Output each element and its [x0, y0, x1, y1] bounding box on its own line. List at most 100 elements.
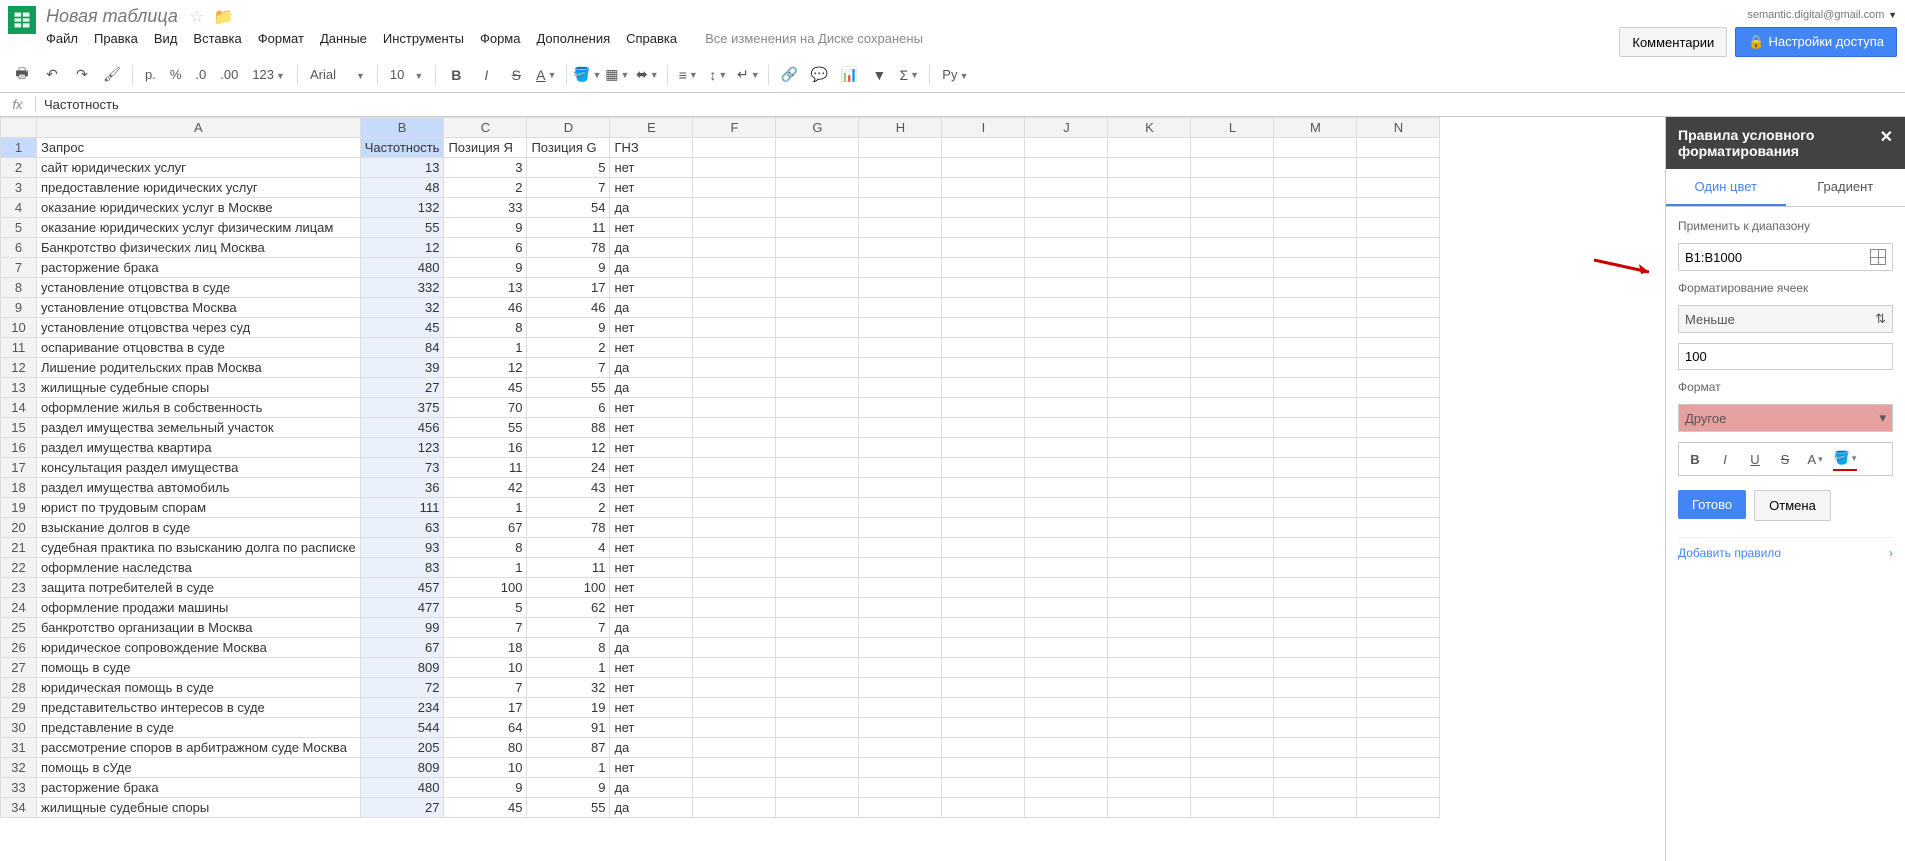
cell[interactable] [1357, 678, 1440, 698]
cell[interactable] [1025, 258, 1108, 278]
cell[interactable] [693, 318, 776, 338]
cell[interactable] [776, 198, 859, 218]
condition-value-field[interactable] [1678, 343, 1893, 370]
cell[interactable]: жилищные судебные споры [37, 798, 361, 818]
cell[interactable] [942, 498, 1025, 518]
cell[interactable]: раздел имущества земельный участок [37, 418, 361, 438]
col-header-F[interactable]: F [693, 118, 776, 138]
cell[interactable] [1274, 338, 1357, 358]
cell[interactable]: 64 [444, 718, 527, 738]
cell[interactable]: нет [610, 458, 693, 478]
cell[interactable] [776, 398, 859, 418]
cell[interactable]: нет [610, 658, 693, 678]
cell[interactable]: 33 [444, 198, 527, 218]
cell[interactable] [1274, 438, 1357, 458]
cell[interactable]: нет [610, 398, 693, 418]
cell[interactable] [859, 598, 942, 618]
cell[interactable]: 5 [527, 158, 610, 178]
cell[interactable]: 10 [444, 658, 527, 678]
cell[interactable] [1191, 418, 1274, 438]
cell[interactable] [693, 558, 776, 578]
fmt-fill-color[interactable]: 🪣▾ [1833, 447, 1857, 471]
cell[interactable] [1274, 558, 1357, 578]
cell[interactable]: 457 [360, 578, 444, 598]
text-color-icon[interactable]: A▼ [532, 61, 560, 89]
cell[interactable] [693, 418, 776, 438]
doc-title[interactable]: Новая таблица [46, 6, 178, 27]
cell[interactable]: взыскание долгов в суде [37, 518, 361, 538]
cell[interactable]: Лишение родительских прав Москва [37, 358, 361, 378]
cell[interactable] [776, 518, 859, 538]
row-header[interactable]: 25 [1, 618, 37, 638]
cell[interactable] [776, 458, 859, 478]
cell[interactable] [942, 258, 1025, 278]
cell[interactable]: защита потребителей в суде [37, 578, 361, 598]
cell[interactable]: 11 [527, 558, 610, 578]
cell[interactable] [1357, 418, 1440, 438]
cell[interactable] [1274, 618, 1357, 638]
cell[interactable]: 54 [527, 198, 610, 218]
row-header[interactable]: 10 [1, 318, 37, 338]
more-formats[interactable]: 123▼ [246, 67, 291, 82]
col-header-L[interactable]: L [1191, 118, 1274, 138]
cell[interactable]: 8 [444, 538, 527, 558]
cell[interactable]: 67 [444, 518, 527, 538]
cell[interactable] [693, 298, 776, 318]
col-header-E[interactable]: E [610, 118, 693, 138]
cell[interactable]: 11 [527, 218, 610, 238]
cell[interactable]: 12 [360, 238, 444, 258]
font-select[interactable]: Arial▼ [304, 67, 371, 82]
cell[interactable]: консультация раздел имущества [37, 458, 361, 478]
cell[interactable] [1108, 638, 1191, 658]
cell[interactable] [693, 178, 776, 198]
cell[interactable] [942, 778, 1025, 798]
cell[interactable]: 84 [360, 338, 444, 358]
row-header[interactable]: 27 [1, 658, 37, 678]
cell[interactable] [1108, 458, 1191, 478]
cell[interactable] [1191, 498, 1274, 518]
cell[interactable]: раздел имущества автомобиль [37, 478, 361, 498]
cell[interactable] [776, 238, 859, 258]
cell[interactable] [859, 638, 942, 658]
cell[interactable] [1274, 658, 1357, 678]
cell[interactable] [776, 358, 859, 378]
cell[interactable] [693, 578, 776, 598]
cell[interactable] [1191, 438, 1274, 458]
cell[interactable] [942, 418, 1025, 438]
cell[interactable] [1025, 498, 1108, 518]
cell[interactable] [1108, 478, 1191, 498]
cell[interactable]: юридическое сопровождение Москва [37, 638, 361, 658]
cell[interactable]: 1 [444, 558, 527, 578]
cell[interactable] [942, 658, 1025, 678]
cell[interactable] [1357, 778, 1440, 798]
cell[interactable] [693, 438, 776, 458]
cell[interactable]: оформление продажи машины [37, 598, 361, 618]
link-icon[interactable]: 🔗 [775, 61, 803, 89]
menu-format[interactable]: Формат [258, 31, 304, 46]
cell[interactable] [1191, 718, 1274, 738]
cell[interactable]: установление отцовства Москва [37, 298, 361, 318]
cell[interactable] [942, 678, 1025, 698]
cell[interactable] [1108, 158, 1191, 178]
cell[interactable] [1025, 738, 1108, 758]
cell[interactable]: 19 [527, 698, 610, 718]
cell[interactable]: нет [610, 338, 693, 358]
cell[interactable]: 55 [527, 798, 610, 818]
fill-color-icon[interactable]: 🪣▼ [573, 61, 601, 89]
cell[interactable]: жилищные судебные споры [37, 378, 361, 398]
cell[interactable]: 477 [360, 598, 444, 618]
cell[interactable]: 32 [527, 678, 610, 698]
cell[interactable]: 375 [360, 398, 444, 418]
cell[interactable]: 32 [360, 298, 444, 318]
cell[interactable] [1357, 578, 1440, 598]
close-icon[interactable]: ✕ [1880, 127, 1893, 147]
cell[interactable]: 234 [360, 698, 444, 718]
cell[interactable] [776, 158, 859, 178]
cell[interactable]: 1 [527, 658, 610, 678]
cell[interactable]: 2 [444, 178, 527, 198]
col-header-G[interactable]: G [776, 118, 859, 138]
cell[interactable]: 9 [527, 258, 610, 278]
cell[interactable] [859, 658, 942, 678]
cell[interactable]: 1 [527, 758, 610, 778]
cell[interactable] [859, 678, 942, 698]
